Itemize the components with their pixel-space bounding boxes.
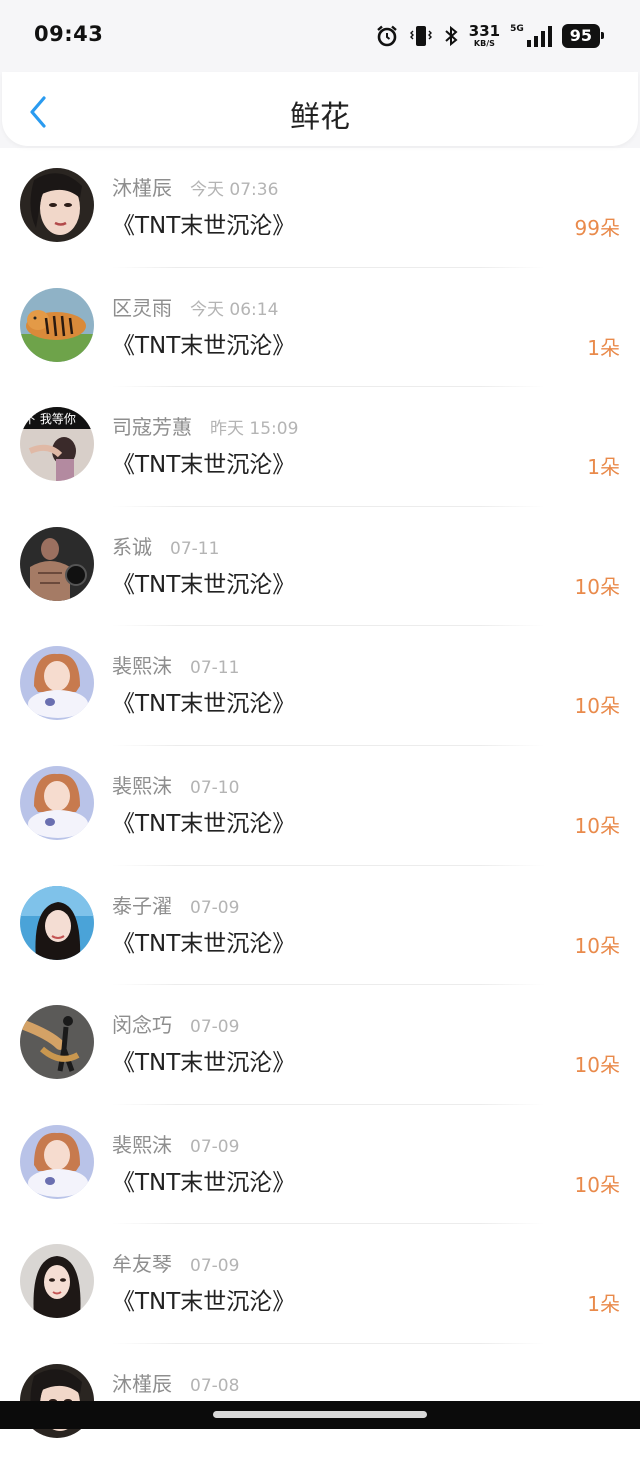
- status-time: 09:43: [34, 22, 104, 46]
- list-item[interactable]: 牟友琴 07-09 《TNT末世沉沦》 1朵: [0, 1224, 640, 1344]
- book-title[interactable]: 《TNT末世沉沦》: [112, 565, 295, 599]
- avatar-caption: 下 我等你: [24, 412, 76, 426]
- vibrate-icon: [409, 24, 433, 48]
- timestamp: 07-08: [190, 1375, 240, 1396]
- list-item[interactable]: 系诚 07-11 《TNT末世沉沦》 10朵: [0, 507, 640, 627]
- flower-amount: 10朵: [574, 813, 620, 838]
- navigation-bar: [0, 1401, 640, 1429]
- item-meta: 系诚 07-11: [112, 531, 219, 560]
- status-bar: 09:43 331 KB/S 5G 95: [0, 0, 640, 72]
- list-item[interactable]: 裴熙沫 07-09 《TNT末世沉沦》 10朵: [0, 1105, 640, 1225]
- user-name[interactable]: 裴熙沫: [112, 770, 172, 799]
- book-title[interactable]: 《TNT末世沉沦》: [112, 445, 295, 479]
- avatar[interactable]: 下 我等你: [20, 407, 94, 482]
- list-item[interactable]: 闵念巧 07-09 《TNT末世沉沦》 10朵: [0, 985, 640, 1105]
- avatar[interactable]: [20, 1005, 94, 1080]
- signal-icon: 5G: [510, 24, 552, 48]
- flower-amount: 10朵: [574, 1172, 620, 1197]
- page-title: 鲜花: [290, 100, 350, 135]
- flower-amount: 10朵: [574, 1053, 620, 1078]
- user-name[interactable]: 裴熙沫: [112, 1129, 172, 1158]
- avatar[interactable]: [20, 526, 94, 601]
- timestamp: 07-09: [190, 897, 240, 918]
- flower-amount: 10朵: [574, 933, 620, 958]
- home-indicator[interactable]: [213, 1411, 427, 1418]
- user-name[interactable]: 裴熙沫: [112, 650, 172, 679]
- user-name[interactable]: 沐槿辰: [112, 172, 172, 201]
- timestamp: 今天 07:36: [190, 180, 279, 200]
- item-meta: 区灵雨 今天 06:14: [112, 292, 278, 321]
- item-meta: 裴熙沫 07-11: [112, 650, 239, 679]
- status-icons: 331 KB/S 5G 95: [375, 22, 605, 50]
- book-title[interactable]: 《TNT末世沉沦》: [112, 206, 295, 240]
- avatar[interactable]: [20, 287, 94, 362]
- bluetooth-icon: [443, 24, 459, 48]
- timestamp: 07-11: [190, 658, 240, 679]
- network-speed: 331 KB/S: [469, 24, 500, 48]
- network-type: 5G: [510, 24, 524, 34]
- timestamp: 07-09: [190, 1256, 240, 1277]
- book-title[interactable]: 《TNT末世沉沦》: [112, 924, 295, 958]
- avatar[interactable]: [20, 885, 94, 960]
- list-item[interactable]: 裴熙沫 07-10 《TNT末世沉沦》 10朵: [0, 746, 640, 866]
- book-title[interactable]: 《TNT末世沉沦》: [112, 684, 295, 718]
- book-title[interactable]: 《TNT末世沉沦》: [112, 1163, 295, 1197]
- book-title[interactable]: 《TNT末世沉沦》: [112, 326, 295, 360]
- timestamp: 今天 06:14: [190, 299, 279, 320]
- item-meta: 牟友琴 07-09: [112, 1248, 239, 1277]
- book-title[interactable]: 《TNT末世沉沦》: [112, 1043, 295, 1077]
- item-meta: 裴熙沫 07-09: [112, 1129, 239, 1158]
- user-name[interactable]: 泰子濯: [112, 890, 172, 919]
- timestamp: 07-09: [190, 1017, 240, 1038]
- flower-amount: 99朵: [574, 216, 620, 240]
- item-meta: 泰子濯 07-09: [112, 890, 239, 919]
- list-item[interactable]: 下 我等你 司寇芳蕙 昨天 15:09 《TNT末世沉沦》 1朵: [0, 387, 640, 507]
- flower-list: 沐槿辰 今天 07:36 《TNT末世沉沦》 99朵 区灵雨 今天 06:14 …: [0, 148, 640, 1464]
- header-card: 鲜花: [2, 72, 638, 146]
- avatar[interactable]: [20, 765, 94, 840]
- user-name[interactable]: 系诚: [112, 531, 152, 560]
- timestamp: 07-10: [190, 777, 240, 798]
- user-name[interactable]: 区灵雨: [112, 292, 172, 321]
- flower-amount: 1朵: [587, 1292, 620, 1317]
- list-item[interactable]: 裴熙沫 07-11 《TNT末世沉沦》 10朵: [0, 626, 640, 746]
- avatar[interactable]: [20, 1244, 94, 1319]
- book-title[interactable]: 《TNT末世沉沦》: [112, 804, 295, 838]
- item-meta: 裴熙沫 07-10: [112, 770, 239, 799]
- alarm-icon: [375, 24, 399, 48]
- battery-icon: 95: [561, 24, 605, 48]
- user-name[interactable]: 牟友琴: [112, 1248, 172, 1277]
- avatar[interactable]: [20, 168, 94, 242]
- item-meta: 司寇芳蕙 昨天 15:09: [112, 411, 298, 440]
- user-name[interactable]: 司寇芳蕙: [112, 411, 192, 440]
- header: 鲜花: [0, 72, 640, 148]
- flower-amount: 1朵: [587, 335, 620, 360]
- flower-amount: 10朵: [574, 574, 620, 599]
- flower-amount: 1朵: [587, 455, 620, 480]
- avatar[interactable]: [20, 1124, 94, 1199]
- net-speed-unit: KB/S: [473, 39, 495, 48]
- list-item[interactable]: 泰子濯 07-09 《TNT末世沉沦》 10朵: [0, 866, 640, 986]
- avatar[interactable]: [20, 646, 94, 721]
- book-title[interactable]: 《TNT末世沉沦》: [112, 1282, 295, 1316]
- timestamp: 昨天 15:09: [210, 419, 299, 440]
- timestamp: 07-09: [190, 1136, 240, 1157]
- timestamp: 07-11: [170, 538, 220, 559]
- item-meta: 沐槿辰 07-08: [112, 1368, 239, 1397]
- list-item[interactable]: 沐槿辰 今天 07:36 《TNT末世沉沦》 99朵: [0, 148, 640, 268]
- user-name[interactable]: 沐槿辰: [112, 1368, 172, 1397]
- item-meta: 闵念巧 07-09: [112, 1009, 239, 1038]
- item-meta: 沐槿辰 今天 07:36: [112, 172, 278, 201]
- net-speed-value: 331: [468, 22, 501, 40]
- user-name[interactable]: 闵念巧: [112, 1009, 172, 1038]
- flower-amount: 10朵: [574, 694, 620, 719]
- list-item[interactable]: 区灵雨 今天 06:14 《TNT末世沉沦》 1朵: [0, 268, 640, 388]
